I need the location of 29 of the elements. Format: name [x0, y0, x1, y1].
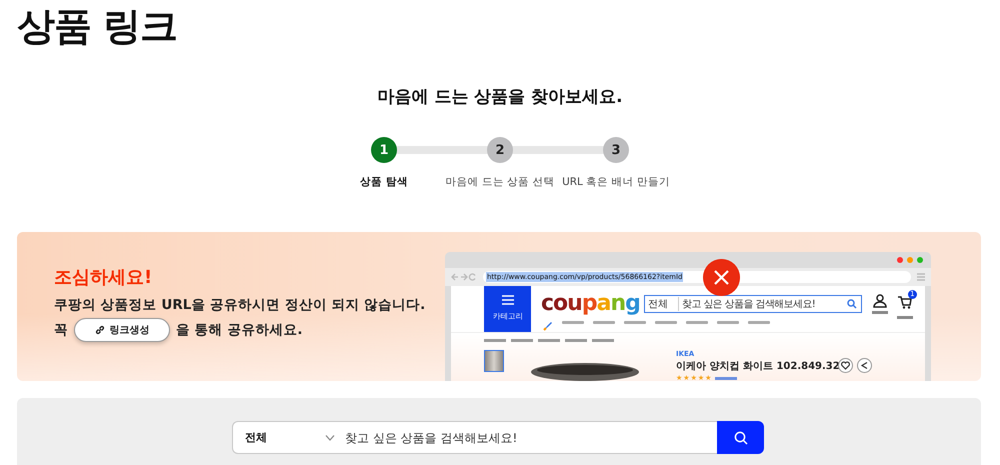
product-thumbnail: [484, 350, 504, 372]
step-label: 상품 탐색: [360, 175, 408, 189]
product-title: 이케아 양치컵 화이트 102.849.32: [676, 360, 840, 373]
chevron-down-icon: [325, 434, 335, 440]
share-icon: [857, 358, 872, 373]
step-label: 마음에 드는 상품 선택: [445, 175, 554, 189]
step-number: 2: [487, 137, 513, 163]
menu-icon: [917, 273, 925, 281]
search-field[interactable]: 전체 찾고 싶은 상품을 검색해보세요!: [232, 421, 717, 454]
review-count-drawing: [715, 376, 738, 380]
search-button[interactable]: [717, 421, 764, 454]
search-icon: [846, 299, 857, 309]
warning-message: 쿠팡의 상품정보 URL을 공유하시면 정산이 되지 않습니다.: [54, 296, 426, 315]
step-number: 1: [371, 137, 397, 163]
logo: coupang: [541, 291, 640, 317]
step-label: URL 혹은 배너 만들기: [562, 175, 670, 189]
instruction-text: 꼭: [54, 321, 68, 339]
step-number: 3: [603, 137, 629, 163]
page-title: 상품 링크: [17, 4, 178, 48]
search-icon: [734, 430, 748, 444]
menu-icon: [502, 295, 514, 305]
cart-label-drawing: [896, 316, 913, 319]
browser-nav-icon: [451, 273, 477, 281]
section-heading: 마음에 드는 상품을 찾아보세요.: [377, 86, 623, 109]
link-icon: [94, 325, 104, 335]
instruction-text: 을 통해 공유하세요.: [176, 321, 303, 339]
link-create-button[interactable]: 링크생성: [74, 318, 170, 342]
warning-heading: 조심하세요!: [54, 266, 152, 290]
category-select[interactable]: 전체: [233, 430, 325, 445]
